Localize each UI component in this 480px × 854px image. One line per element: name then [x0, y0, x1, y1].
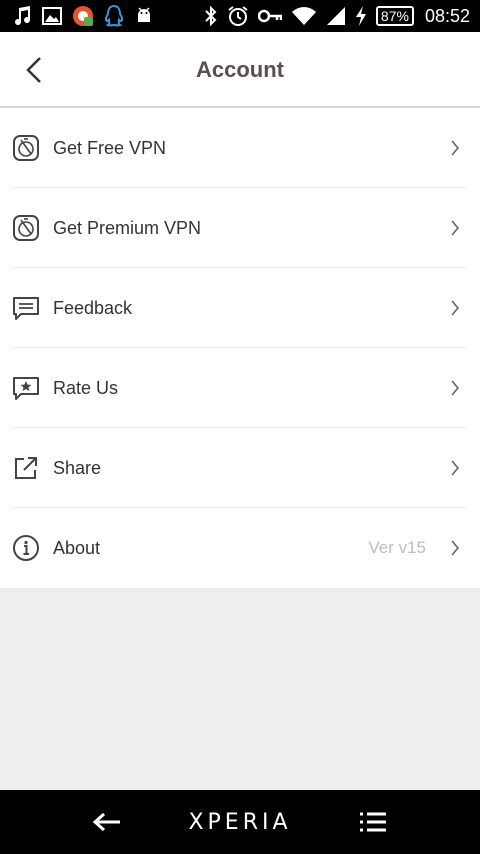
app-header: Account	[0, 32, 480, 108]
chevron-right-icon	[448, 460, 462, 476]
wifi-icon	[291, 5, 317, 27]
chevron-right-icon	[448, 140, 462, 156]
vpn-timer-icon	[12, 134, 40, 162]
menu-item-get-free-vpn[interactable]: Get Free VPN	[0, 108, 480, 188]
alarm-clock-icon	[227, 5, 249, 27]
chevron-left-icon	[26, 57, 41, 83]
menu-item-label: Get Free VPN	[53, 137, 167, 158]
android-icon	[134, 5, 154, 27]
qq-penguin-icon	[104, 5, 124, 27]
bluetooth-icon	[204, 5, 218, 27]
menu-list-icon	[360, 812, 386, 832]
menu-item-label: Share	[53, 457, 102, 478]
status-bar: 87% 08:52	[0, 0, 480, 32]
back-button[interactable]	[18, 54, 50, 86]
menu-item-share[interactable]: Share	[0, 428, 480, 508]
feedback-icon	[12, 294, 40, 322]
chevron-right-icon	[448, 220, 462, 236]
rate-star-icon	[12, 374, 40, 402]
share-icon	[12, 454, 40, 482]
info-icon	[12, 534, 40, 562]
nav-brand: XPERIA	[188, 809, 292, 835]
status-time: 08:52	[424, 5, 470, 26]
chevron-right-icon	[448, 380, 462, 396]
battery-indicator: 87%	[375, 6, 414, 26]
music-note-icon	[14, 5, 32, 27]
vpn-timer-icon	[12, 214, 40, 242]
chevron-right-icon	[448, 540, 462, 556]
image-icon	[42, 5, 62, 27]
nav-menu-button[interactable]	[356, 805, 390, 839]
signal-icon	[326, 5, 346, 27]
chevron-right-icon	[448, 300, 462, 316]
menu-item-rate-us[interactable]: Rate Us	[0, 348, 480, 428]
menu-item-about[interactable]: About Ver v15	[0, 508, 480, 588]
app-badge-icon	[72, 5, 94, 27]
system-nav-bar: XPERIA	[0, 790, 480, 854]
version-text: Ver v15	[368, 538, 426, 557]
menu-item-feedback[interactable]: Feedback	[0, 268, 480, 348]
page-title: Account	[196, 57, 284, 82]
status-right: 87% 08:52	[204, 5, 470, 27]
account-menu-list: Get Free VPN Get Premium VPN Feedback Ra…	[0, 108, 480, 588]
arrow-left-icon	[92, 812, 120, 832]
status-left	[14, 5, 154, 27]
menu-item-get-premium-vpn[interactable]: Get Premium VPN	[0, 188, 480, 268]
menu-item-label: Rate Us	[53, 377, 119, 398]
menu-item-label: Feedback	[53, 297, 133, 318]
charging-icon	[355, 5, 367, 27]
vpn-key-icon	[257, 5, 282, 27]
menu-item-label: Get Premium VPN	[53, 217, 202, 238]
nav-back-button[interactable]	[90, 805, 124, 839]
menu-item-label: About	[53, 537, 101, 558]
